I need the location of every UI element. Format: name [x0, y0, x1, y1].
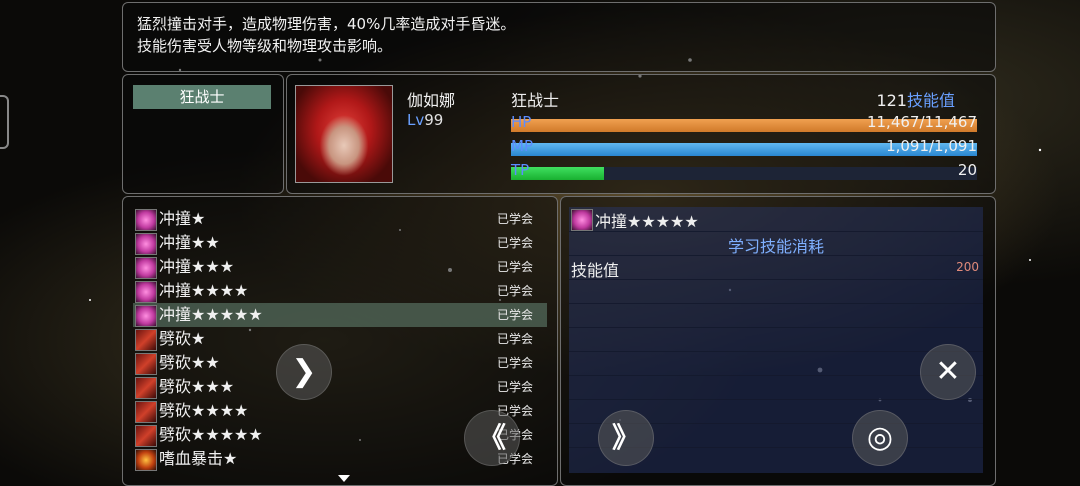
- skill-row[interactable]: 冲撞★ 已学会: [133, 207, 547, 231]
- skill-description-panel: 猛烈撞击对手，造成物理伤害，40%几率造成对手昏迷。 技能伤害受人物等级和物理攻…: [122, 2, 996, 72]
- skill-status: 已学会: [496, 212, 533, 226]
- skill-name: 冲撞★: [159, 209, 206, 228]
- tp-value: 20: [957, 161, 977, 179]
- skill-status: 已学会: [496, 380, 533, 394]
- level-value: 99: [424, 111, 444, 129]
- skill-icon: [135, 449, 157, 471]
- skill-status: 已学会: [496, 332, 533, 346]
- scroll-down-icon[interactable]: [338, 475, 350, 482]
- skill-icon: [135, 209, 157, 231]
- skill-name: 劈砍★★★★: [159, 401, 249, 420]
- skill-icon: [135, 377, 157, 399]
- skill-name: 嗜血暴击★: [159, 449, 238, 468]
- skill-icon: [135, 401, 157, 423]
- skill-status: 已学会: [496, 260, 533, 274]
- character-panel: 伽如娜 Lv99 狂战士 121技能值 HP 11,467/11,467 MP …: [286, 74, 996, 194]
- rewind-button[interactable]: 《: [464, 410, 520, 466]
- skill-points-label: 技能值: [906, 91, 955, 110]
- skill-icon: [135, 425, 157, 447]
- cost-label: 技能值: [571, 261, 620, 280]
- skill-row[interactable]: 劈砍★★ 已学会: [133, 351, 547, 375]
- divider: [569, 327, 983, 328]
- character-portrait: [295, 85, 393, 183]
- skill-row[interactable]: 冲撞★★★ 已学会: [133, 255, 547, 279]
- skill-row[interactable]: 劈砍★ 已学会: [133, 327, 547, 351]
- mp-label: MP: [511, 137, 533, 155]
- character-level: Lv99: [407, 111, 443, 129]
- skill-name: 冲撞★★★★: [159, 281, 249, 300]
- class-panel: 狂战士: [122, 74, 284, 194]
- skill-name: 劈砍★: [159, 329, 206, 348]
- skill-name: 冲撞★★: [159, 233, 220, 252]
- skill-status: 已学会: [496, 284, 533, 298]
- skill-name: 冲撞★★★: [159, 257, 235, 276]
- description-line-1: 猛烈撞击对手，造成物理伤害，40%几率造成对手昏迷。: [137, 15, 516, 33]
- close-button[interactable]: ✕: [920, 344, 976, 400]
- class-tab[interactable]: 狂战士: [133, 85, 271, 109]
- skill-row[interactable]: 劈砍★★★ 已学会: [133, 375, 547, 399]
- skill-points-value: 121: [876, 91, 907, 110]
- skill-points: 121技能值: [876, 87, 955, 111]
- hp-value: 11,467/11,467: [866, 113, 977, 131]
- edge-handle[interactable]: [0, 95, 9, 149]
- skill-name: 劈砍★★★: [159, 377, 235, 396]
- divider: [569, 279, 983, 280]
- skill-icon: [135, 233, 157, 255]
- skill-icon: [135, 353, 157, 375]
- confirm-button[interactable]: ◎: [852, 410, 908, 466]
- skill-name: 劈砍★★★★★: [159, 425, 263, 444]
- tp-bar: [511, 167, 977, 180]
- fast-forward-button[interactable]: 》: [598, 410, 654, 466]
- skill-icon: [135, 329, 157, 351]
- mp-value: 1,091/1,091: [886, 137, 977, 155]
- cost-value: 200: [956, 260, 979, 274]
- detail-skill-name: 冲撞★★★★★: [595, 212, 699, 231]
- character-name: 伽如娜: [407, 91, 456, 110]
- hp-label: HP: [511, 113, 532, 131]
- level-prefix: Lv: [407, 111, 425, 129]
- skill-row[interactable]: 冲撞★★ 已学会: [133, 231, 547, 255]
- divider: [569, 351, 983, 352]
- skill-status: 已学会: [496, 356, 533, 370]
- skill-name: 劈砍★★: [159, 353, 220, 372]
- divider: [569, 303, 983, 304]
- skill-name: 冲撞★★★★★: [159, 305, 263, 324]
- character-class: 狂战士: [511, 91, 560, 110]
- next-arrow-button[interactable]: ❯: [276, 344, 332, 400]
- skill-icon: [135, 281, 157, 303]
- skill-status: 已学会: [496, 236, 533, 250]
- detail-skill-title: 冲撞★★★★★: [571, 208, 699, 232]
- skill-status: 已学会: [496, 308, 533, 322]
- skill-icon: [571, 209, 593, 231]
- detail-subtitle: 学习技能消耗: [727, 237, 824, 256]
- description-line-2: 技能伤害受人物等级和物理攻击影响。: [137, 37, 393, 55]
- tp-label: TP: [511, 161, 530, 179]
- skill-row[interactable]: 冲撞★★★★ 已学会: [133, 279, 547, 303]
- skill-row-selected[interactable]: 冲撞★★★★★ 已学会: [133, 303, 547, 327]
- skill-icon: [135, 257, 157, 279]
- skill-icon: [135, 305, 157, 327]
- divider: [569, 399, 983, 400]
